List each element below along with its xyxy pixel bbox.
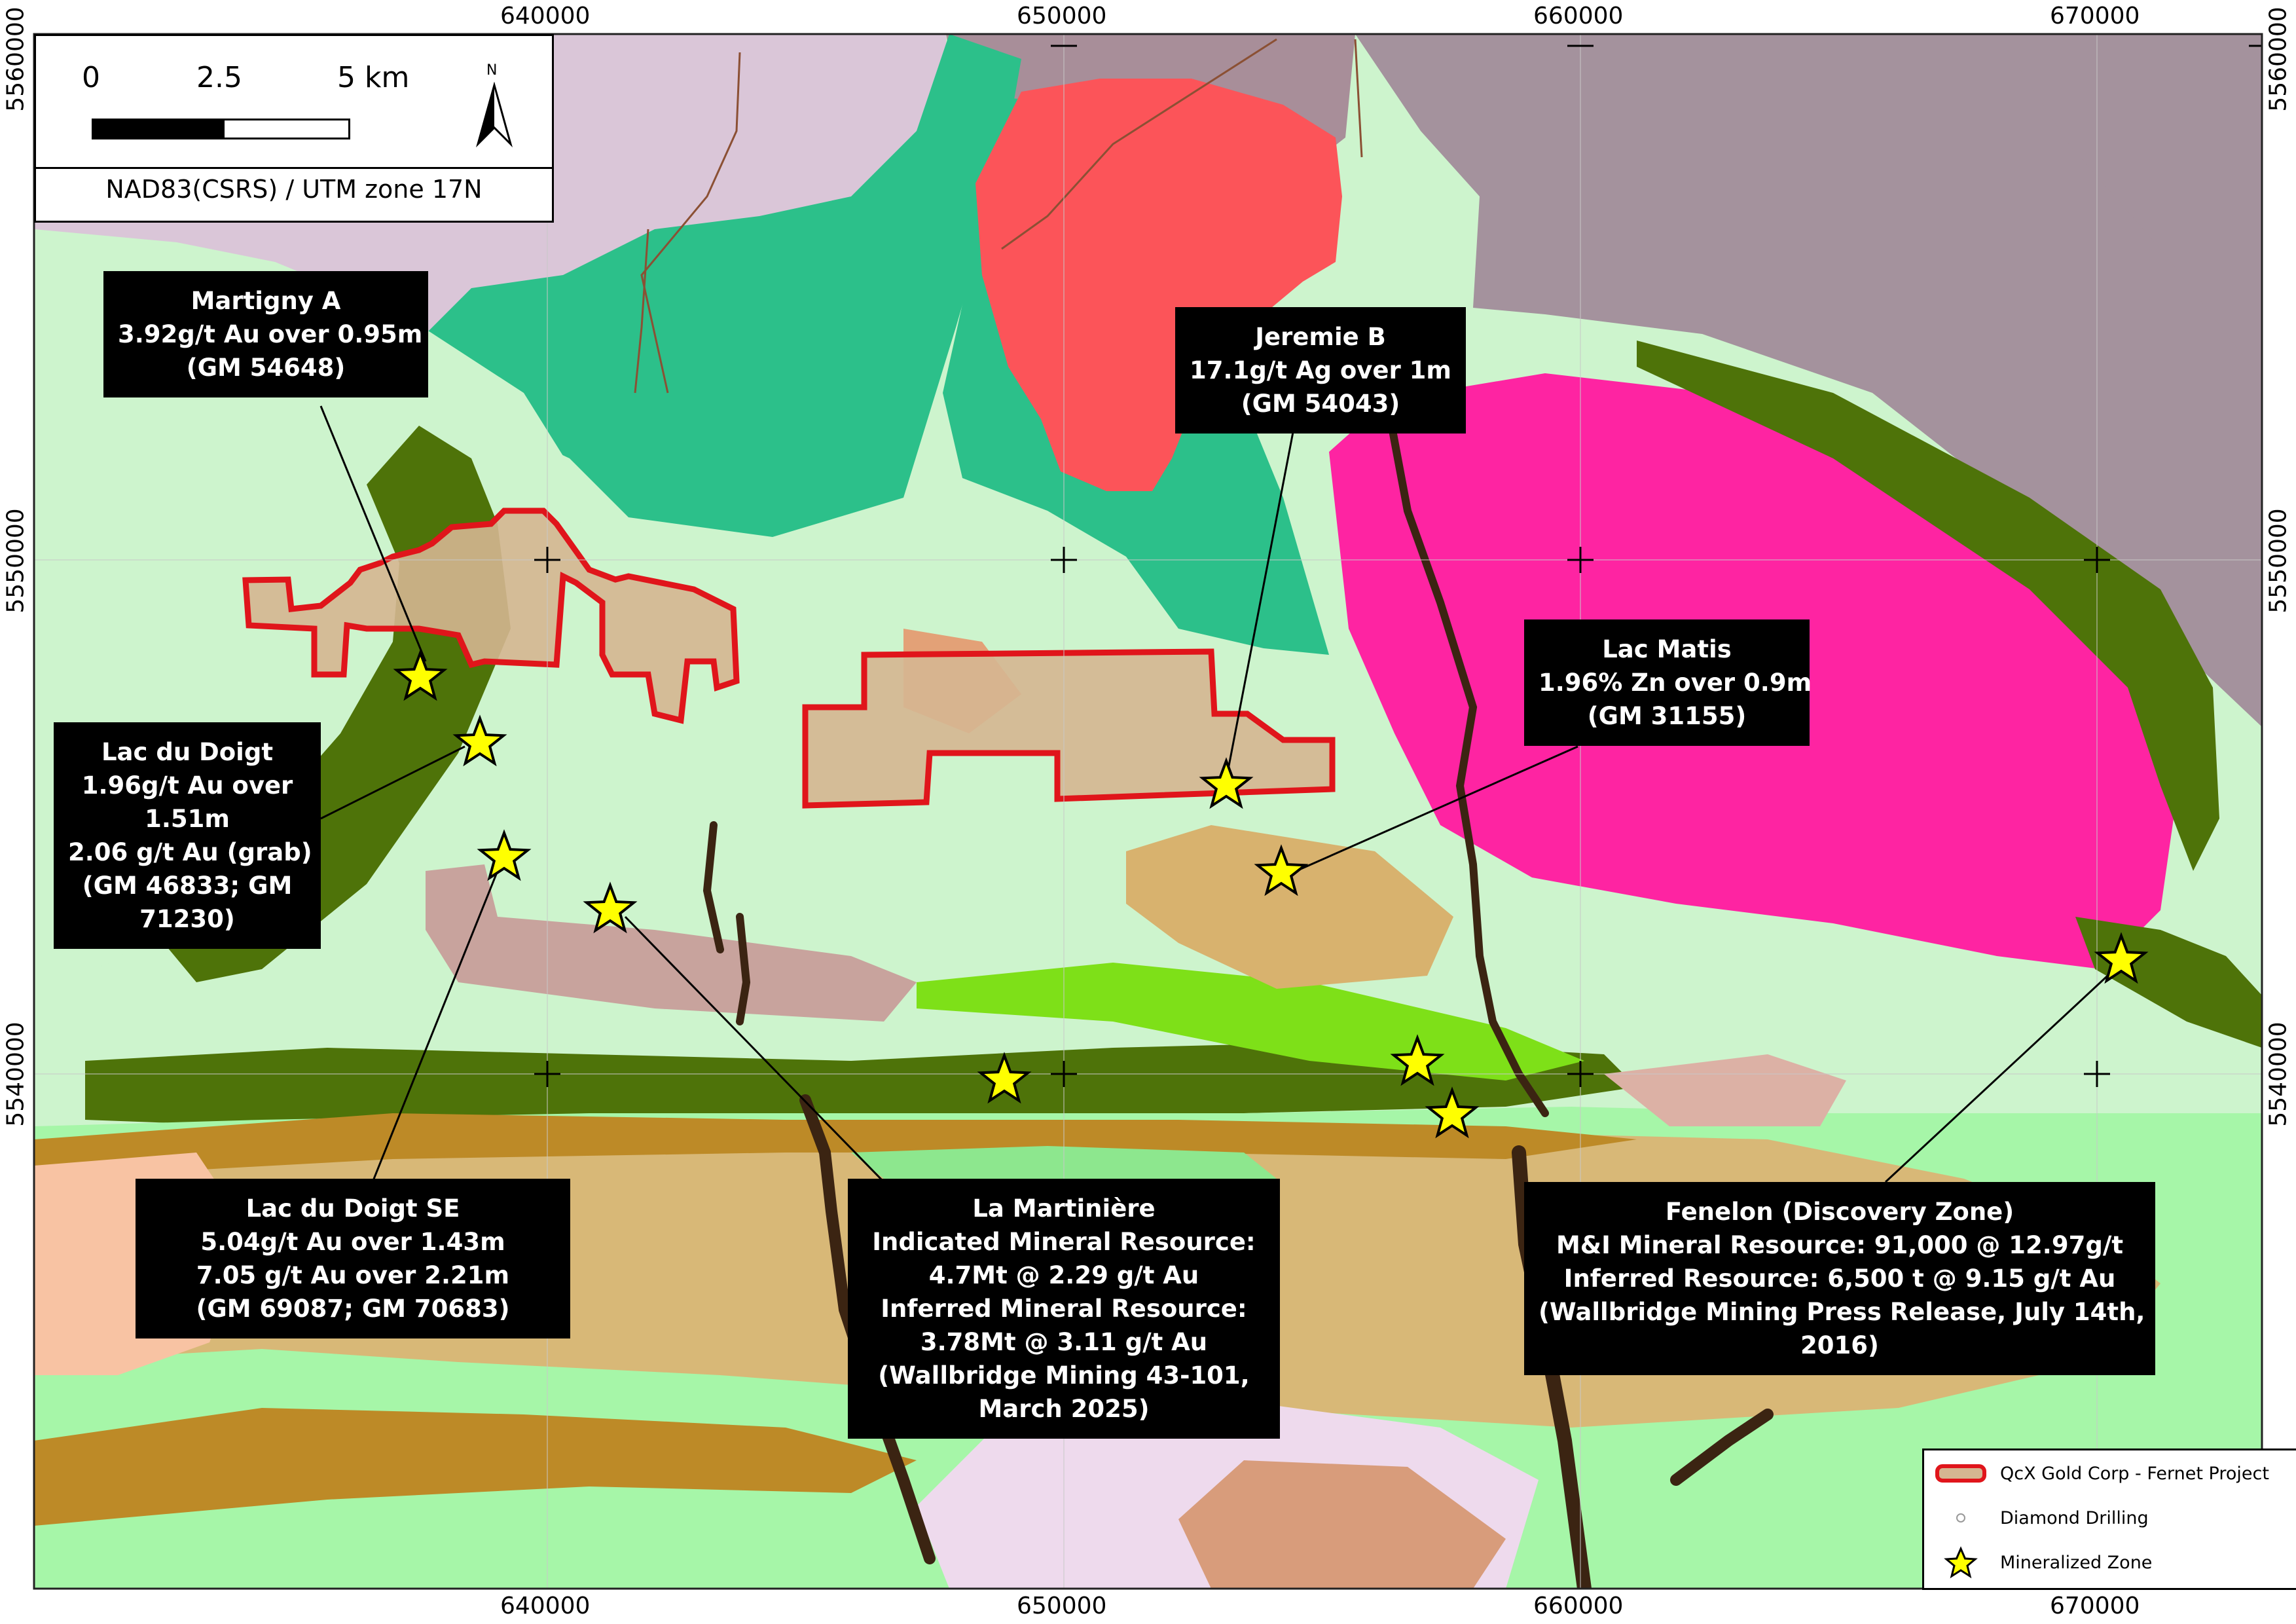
scale-label-5km: 5 km — [337, 61, 410, 94]
callout-lac-du-doigt: Lac du Doigt 1.96g/t Au over 1.51m 2.06 g/… — [54, 722, 321, 949]
scale-bar-panel: 0 2.5 5 km N NAD83(CSRS) / UTM zone 17N — [34, 34, 554, 223]
x-tick-bottom-670000: 670000 — [2050, 1593, 2140, 1619]
y-tick-left-5540000: 5540000 — [2, 1022, 29, 1127]
callout-fenelon: Fenelon (Discovery Zone) M&I Mineral Reso… — [1524, 1182, 2155, 1375]
legend-item-zone: Mineralized Zone — [1935, 1546, 2152, 1579]
y-tick-left-5560000: 5560000 — [2, 7, 29, 112]
callout-la-martiniere: La Martinière Indicated Mineral Resource:… — [848, 1179, 1280, 1439]
x-tick-bottom-650000: 650000 — [1017, 1593, 1107, 1619]
scale-label-2-5: 2.5 — [196, 61, 242, 94]
legend-item-project: QcX Gold Corp - Fernet Project — [1935, 1457, 2269, 1490]
callout-lac-matis: Lac Matis 1.96% Zn over 0.9m (GM 31155) — [1524, 619, 1812, 746]
claim-swatch-icon — [1935, 1464, 1986, 1483]
y-tick-right-5540000: 5540000 — [2265, 1022, 2292, 1127]
legend: QcX Gold Corp - Fernet Project Diamond D… — [1922, 1449, 2296, 1590]
star-icon — [1944, 1546, 1978, 1579]
callout-martigny-a: Martigny A 3.92g/t Au over 0.95m (GM 54648… — [103, 271, 428, 397]
crs-label: NAD83(CSRS) / UTM zone 17N — [105, 175, 483, 204]
north-label: N — [486, 62, 498, 79]
y-tick-left-5550000: 5550000 — [2, 508, 29, 614]
legend-item-drilling: Diamond Drilling — [1935, 1502, 2149, 1534]
north-arrow-icon — [476, 82, 513, 147]
legend-label-zone: Mineralized Zone — [2000, 1552, 2153, 1573]
x-tick-bottom-660000: 660000 — [1533, 1593, 1624, 1619]
y-tick-right-5560000: 5560000 — [2265, 7, 2292, 112]
x-tick-top-660000: 660000 — [1533, 3, 1624, 29]
legend-label-drilling: Diamond Drilling — [2000, 1507, 2149, 1528]
y-tick-right-5550000: 5550000 — [2265, 508, 2292, 614]
x-tick-top-670000: 670000 — [2050, 3, 2140, 29]
x-tick-bottom-640000: 640000 — [500, 1593, 591, 1619]
drill-hole-icon — [1956, 1513, 1965, 1522]
scale-bar-white — [223, 119, 350, 139]
callout-jeremie-b: Jeremie B 17.1g/t Ag over 1m (GM 54043) — [1175, 307, 1466, 434]
legend-label-project: QcX Gold Corp - Fernet Project — [2000, 1463, 2269, 1484]
callout-lac-du-doigt-se: Lac du Doigt SE 5.04g/t Au over 1.43m 7.0… — [136, 1179, 570, 1338]
x-tick-top-640000: 640000 — [500, 3, 591, 29]
x-tick-top-650000: 650000 — [1017, 3, 1107, 29]
scale-bar-black — [92, 119, 223, 139]
scale-label-0: 0 — [82, 61, 100, 94]
